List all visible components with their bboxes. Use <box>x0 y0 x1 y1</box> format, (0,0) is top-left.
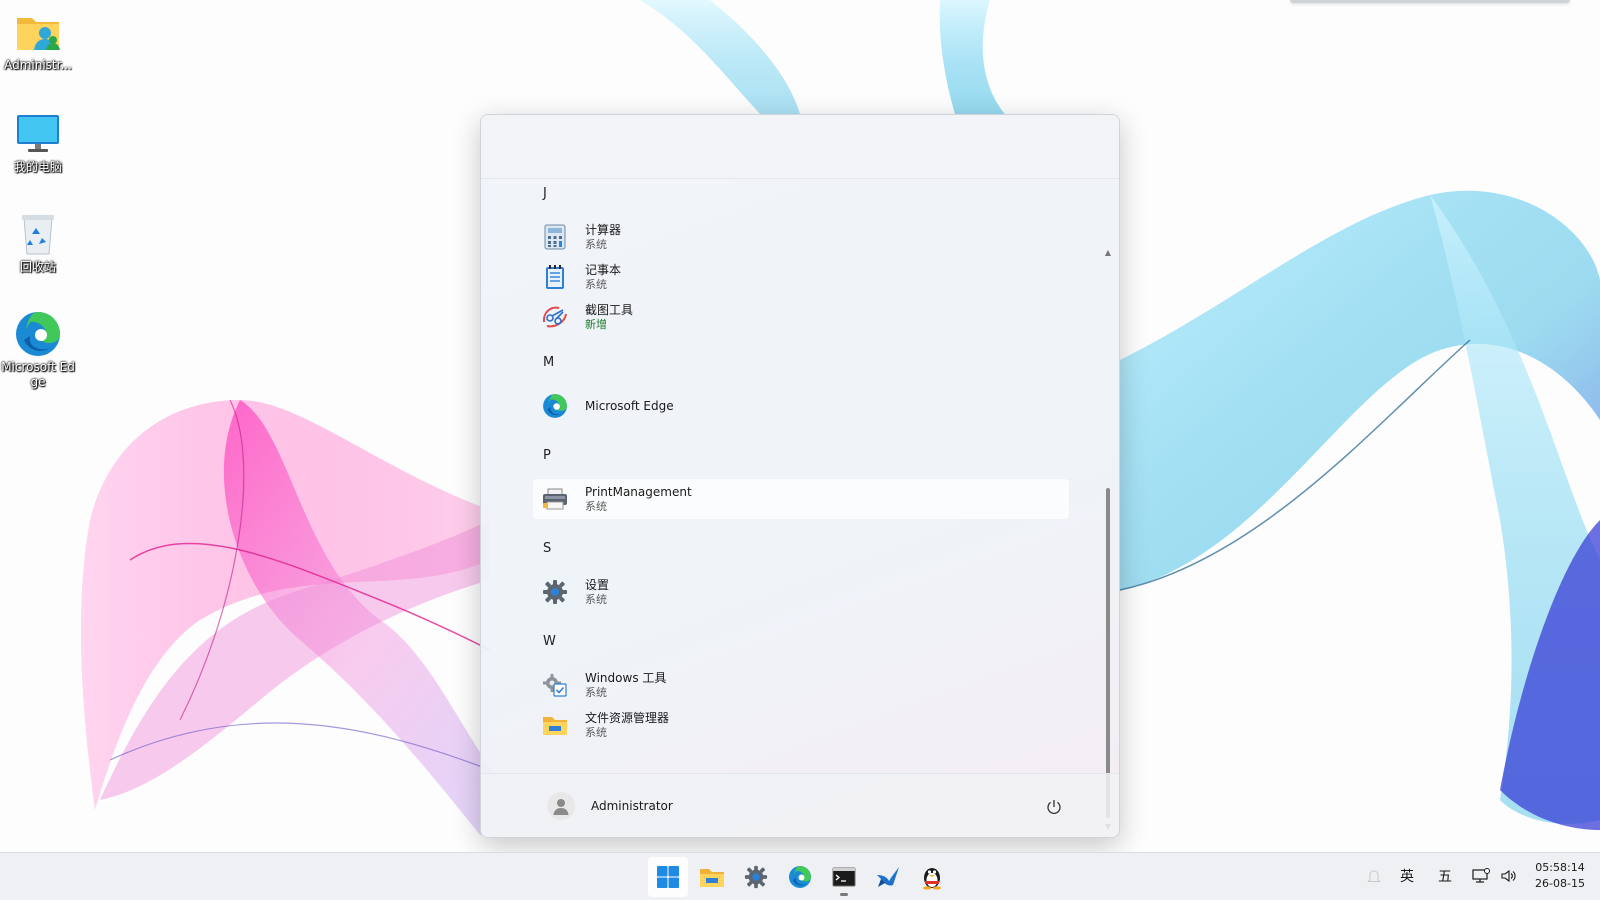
app-subtitle: 系统 <box>585 725 607 739</box>
edge-icon <box>789 866 811 888</box>
clock-date: 26-08-15 <box>1535 877 1585 890</box>
app-name: PrintManagement <box>585 484 692 499</box>
app-item-printmanagement[interactable]: PrintManagement 系统 <box>533 479 1069 519</box>
background-window-edge <box>1290 0 1570 3</box>
all-apps-list: J 计算器 系统 记事本 系统 截图工具 新增 M Microsoft Edge… <box>481 179 1119 831</box>
start-menu-header <box>481 115 1119 179</box>
app-item-windows-tools[interactable]: Windows 工具 系统 <box>533 665 1069 705</box>
notification-icon[interactable] <box>1364 865 1384 887</box>
app-subtitle: 系统 <box>585 277 607 291</box>
app-subtitle: 系统 <box>585 592 607 606</box>
computer-monitor-icon <box>14 110 62 158</box>
app-subtitle: 系统 <box>585 685 607 699</box>
notepad-icon <box>541 263 569 291</box>
app-name: 计算器 <box>585 222 622 237</box>
new-badge: 新增 <box>585 317 607 331</box>
app-name: 记事本 <box>585 262 622 277</box>
desktop-icon-recycle-bin[interactable]: 回收站 <box>0 210 76 275</box>
taskbar-start-button[interactable] <box>648 857 688 897</box>
running-indicator <box>840 893 848 896</box>
app-item-calculator[interactable]: 计算器 系统 <box>533 217 1069 257</box>
windows-tools-icon <box>541 671 569 699</box>
start-menu-footer: Administrator <box>481 773 1119 837</box>
app-subtitle: 系统 <box>585 499 607 513</box>
bird-icon <box>877 867 899 887</box>
taskbar-settings[interactable] <box>736 857 776 897</box>
scroll-up-arrow-icon[interactable]: ▲ <box>1104 249 1112 257</box>
recycle-bin-icon <box>14 210 62 258</box>
user-avatar-icon <box>547 792 575 820</box>
volume-icon[interactable] <box>1498 865 1520 887</box>
desktop-icon-administrator[interactable]: Administr... <box>0 8 76 73</box>
desktop-icon-label: Administr... <box>4 58 72 72</box>
calculator-icon <box>541 223 569 251</box>
group-header-j[interactable]: J <box>543 186 547 201</box>
app-name: Microsoft Edge <box>585 398 674 413</box>
taskbar-edge[interactable] <box>780 857 820 897</box>
group-header-m[interactable]: M <box>543 355 554 370</box>
taskbar: 英 五 05:58:14 26-08-15 <box>0 852 1600 900</box>
gear-icon <box>744 865 768 889</box>
snipping-tool-icon <box>541 303 569 331</box>
user-folder-icon <box>14 8 62 56</box>
power-button[interactable] <box>1041 794 1067 820</box>
user-name: Administrator <box>591 799 673 813</box>
start-menu: J 计算器 系统 记事本 系统 截图工具 新增 M Microsoft Edge… <box>480 114 1120 838</box>
app-name: 文件资源管理器 <box>585 710 670 725</box>
desktop-icon-microsoft-edge[interactable]: Microsoft Edge <box>0 310 76 390</box>
app-item-microsoft-edge[interactable]: Microsoft Edge <box>533 386 1069 426</box>
power-icon <box>1047 800 1061 814</box>
printer-icon <box>541 485 569 513</box>
ime-mode-indicator[interactable]: 五 <box>1432 865 1458 887</box>
windows-start-icon <box>657 866 679 888</box>
gear-icon <box>541 578 569 606</box>
edge-icon <box>14 310 62 358</box>
user-account-button[interactable]: Administrator <box>543 788 681 824</box>
app-item-notepad[interactable]: 记事本 系统 <box>533 257 1069 297</box>
file-explorer-icon <box>541 711 569 739</box>
desktop-icon-label: 我的电脑 <box>13 160 62 174</box>
taskbar-qq[interactable] <box>912 857 952 897</box>
taskbar-file-explorer[interactable] <box>692 857 732 897</box>
terminal-icon <box>832 867 856 887</box>
app-subtitle: 系统 <box>585 237 607 251</box>
folder-icon <box>700 869 724 887</box>
app-list-scrollbar[interactable]: ▲ ▼ <box>1103 243 1113 837</box>
edge-icon <box>541 392 569 420</box>
group-header-w[interactable]: W <box>543 634 556 649</box>
app-name: 截图工具 <box>585 302 634 317</box>
penguin-icon <box>923 868 941 890</box>
app-item-settings[interactable]: 设置 系统 <box>533 572 1069 612</box>
app-name: 设置 <box>585 577 610 592</box>
desktop-icon-my-computer[interactable]: 我的电脑 <box>0 110 76 175</box>
group-header-p[interactable]: P <box>543 448 551 463</box>
app-name: Windows 工具 <box>585 670 667 685</box>
network-icon[interactable] <box>1470 865 1492 887</box>
desktop-icon-label: 回收站 <box>19 260 56 274</box>
taskbar-clock[interactable]: 05:58:14 26-08-15 <box>1524 860 1596 892</box>
app-item-snipping-tool[interactable]: 截图工具 新增 <box>533 297 1069 337</box>
ime-language-indicator[interactable]: 英 <box>1394 865 1420 887</box>
taskbar-bird-app[interactable] <box>868 857 908 897</box>
app-item-file-explorer[interactable]: 文件资源管理器 系统 <box>533 705 1069 745</box>
desktop-icon-label: Microsoft Edge <box>1 360 75 389</box>
clock-time: 05:58:14 <box>1535 861 1585 874</box>
group-header-s[interactable]: S <box>543 541 551 556</box>
taskbar-terminal[interactable] <box>824 857 864 897</box>
scroll-thumb[interactable] <box>1106 488 1110 818</box>
